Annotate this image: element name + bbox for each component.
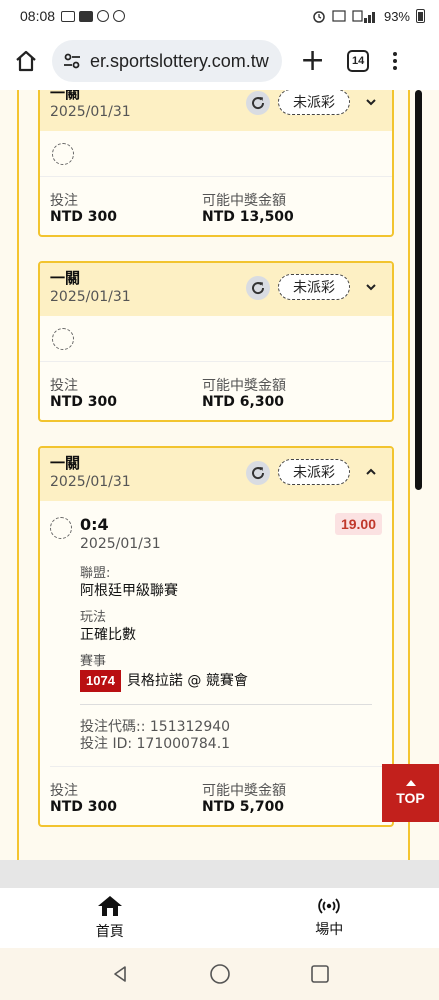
market-value: 正確比數 (80, 627, 136, 643)
scrollbar[interactable] (415, 90, 422, 490)
url-text: er.sportslottery.com.tw (90, 50, 269, 71)
arrow-up-icon (405, 780, 416, 786)
bet-summary: 投注 NTD 300 可能中獎金額 NTD 13,500 (40, 177, 392, 235)
address-bar[interactable]: er.sportslottery.com.tw (52, 40, 282, 82)
stake-label: 投注 (50, 378, 78, 394)
rail-left-divider (17, 90, 19, 860)
stake-value: NTD 300 (50, 799, 117, 815)
back-to-top-label: TOP (396, 790, 425, 806)
refresh-button[interactable] (246, 461, 270, 485)
refresh-button[interactable] (246, 91, 270, 115)
status-badge: 未派彩 (278, 459, 350, 485)
selection-detail: 0:4 2025/01/31 19.00 聯盟: 阿根廷甲級聯賽 玩法 正確比數… (40, 501, 392, 767)
volte-icon (332, 10, 346, 22)
signal-icon (352, 10, 375, 23)
bet-card: 一關 2025/01/31 未派彩 投注 NTD 300 可能中獎金額 NTD … (38, 261, 394, 422)
browser-home-button[interactable] (10, 45, 42, 77)
bet-summary: 投注 NTD 300 可能中獎金額 NTD 6,300 (40, 362, 392, 420)
podcast-icon (97, 10, 110, 22)
nav-home[interactable]: 首頁 (0, 888, 220, 948)
youtube-icon (79, 10, 94, 22)
payout-value: NTD 13,500 (202, 209, 294, 225)
home-icon (97, 896, 122, 916)
system-status: 93% (312, 9, 425, 24)
live-broadcast-icon (318, 898, 341, 914)
home-circle-icon[interactable] (209, 963, 231, 985)
chevron-down-icon[interactable] (364, 280, 378, 294)
event-line: 1074 貝格拉諾 @ 競賽會 (80, 670, 382, 692)
bet-card-expanded: 一關 2025/01/31 未派彩 0:4 2025/01/31 19.00 聯… (38, 446, 394, 827)
refresh-icon (252, 467, 265, 480)
selection-score: 0:4 (80, 515, 109, 534)
event-name: 貝格拉諾 @ 競賽會 (126, 673, 248, 689)
bet-summary: 投注 NTD 300 可能中獎金額 NTD 5,700 (40, 767, 392, 825)
refresh-icon (252, 282, 265, 295)
chevron-up-icon[interactable] (364, 465, 378, 479)
recent-apps-icon[interactable] (310, 964, 330, 984)
system-nav-bar (0, 948, 439, 1000)
home-outline-icon (16, 50, 36, 72)
refresh-button[interactable] (246, 276, 270, 300)
stake-value: NTD 300 (50, 209, 117, 225)
back-icon[interactable] (110, 964, 130, 984)
payout-value: NTD 6,300 (202, 394, 285, 410)
browser-menu-button[interactable] (393, 52, 398, 70)
tab-switcher-button[interactable]: 14 (347, 50, 370, 72)
selection-row (40, 316, 392, 362)
accessibility-icon (113, 10, 126, 22)
notification-icons (61, 10, 126, 22)
nav-live-label: 場中 (315, 922, 344, 938)
alarm-icon (313, 11, 325, 23)
chevron-down-icon[interactable] (364, 95, 378, 109)
rail-right-divider (408, 90, 410, 860)
bet-id: 投注 ID: 171000784.1 (80, 736, 231, 752)
selection-status-icon (50, 517, 72, 539)
battery-icon (416, 9, 425, 23)
market-label: 玩法 (80, 610, 107, 625)
status-bar: 08:08 93% (0, 0, 439, 32)
new-tab-button[interactable]: + (300, 46, 325, 76)
status-time: 08:08 (20, 8, 56, 24)
league-label: 聯盟: (80, 566, 111, 581)
site-settings-icon[interactable] (62, 51, 82, 71)
stake-label: 投注 (50, 193, 78, 209)
bet-codes: 投注代碼:: 151312940 投注 ID: 171000784.1 (80, 719, 382, 753)
bet-card: 一關 2025/01/31 未派彩 投注 NTD 300 可能中獎金額 NTD … (38, 90, 394, 237)
payout-label: 可能中獎金額 (202, 378, 286, 394)
bet-card-header[interactable]: 一關 2025/01/31 未派彩 (40, 448, 392, 501)
nav-live[interactable]: 場中 (220, 888, 439, 948)
selection-status-icon (52, 143, 74, 165)
payout-value: NTD 5,700 (202, 799, 285, 815)
odds-badge: 19.00 (334, 513, 382, 535)
back-to-top-button[interactable]: TOP (382, 764, 439, 822)
footer-band (0, 860, 439, 888)
nav-home-label: 首頁 (95, 924, 124, 940)
payout-label: 可能中獎金額 (202, 193, 286, 209)
selection-row (40, 131, 392, 177)
event-number-badge: 1074 (80, 670, 121, 692)
payout-label: 可能中獎金額 (202, 783, 286, 799)
status-badge: 未派彩 (278, 90, 350, 115)
bottom-nav: 首頁 場中 (0, 888, 439, 948)
league-value: 阿根廷甲級聯賽 (80, 583, 178, 599)
refresh-icon (252, 97, 265, 110)
stake-value: NTD 300 (50, 394, 117, 410)
selection-status-icon (52, 328, 74, 350)
bet-code: 投注代碼:: 151312940 (80, 719, 231, 735)
bet-card-header[interactable]: 一關 2025/01/31 未派彩 (40, 90, 392, 131)
battery-percent: 93% (383, 8, 410, 24)
stake-label: 投注 (50, 783, 78, 799)
browser-toolbar: er.sportslottery.com.tw + 14 (0, 32, 439, 90)
divider (80, 704, 372, 705)
notification-icon (61, 10, 76, 22)
selection-date: 2025/01/31 (80, 536, 161, 552)
bet-card-header[interactable]: 一關 2025/01/31 未派彩 (40, 263, 392, 316)
status-badge: 未派彩 (278, 274, 350, 300)
bet-list: 一關 2025/01/31 未派彩 投注 NTD 300 可能中獎金額 NTD … (0, 90, 439, 860)
event-label: 賽事 (80, 654, 107, 669)
